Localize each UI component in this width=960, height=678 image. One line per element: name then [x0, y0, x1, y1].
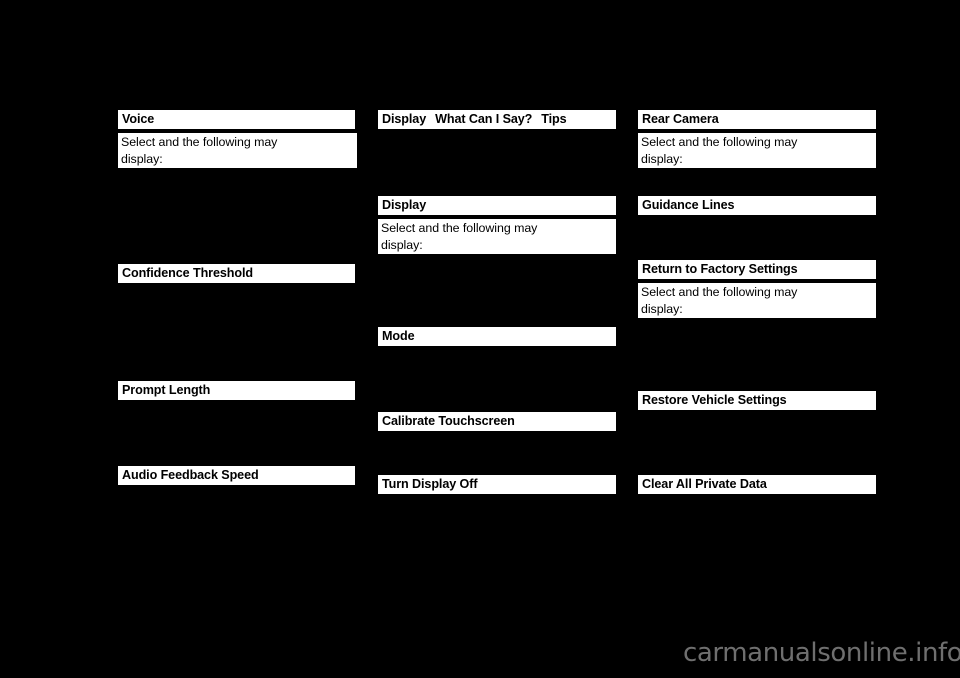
return-to-factory-settings-body: Select and the following may display:	[638, 283, 876, 318]
confidence-threshold-heading[interactable]: Confidence Threshold	[118, 264, 355, 283]
heading-label: Audio Feedback Speed	[122, 468, 259, 482]
heading-label: Mode	[382, 329, 415, 343]
body-line: display:	[121, 151, 163, 166]
calibrate-touchscreen-heading[interactable]: Calibrate Touchscreen	[378, 412, 616, 431]
body-line: Select and the following may	[641, 135, 798, 149]
heading-label: Return to Factory Settings	[642, 262, 798, 276]
display-heading[interactable]: Display	[378, 196, 616, 215]
heading-label: Display	[382, 198, 427, 212]
mode-heading[interactable]: Mode	[378, 327, 616, 346]
heading-label: Clear All Private Data	[642, 477, 767, 491]
display-body: Select and the following may display:	[378, 219, 616, 254]
prompt-length-heading[interactable]: Prompt Length	[118, 381, 355, 400]
heading-label: Rear Camera	[642, 112, 719, 126]
guidance-lines-heading[interactable]: Guidance Lines	[638, 196, 876, 215]
heading-label: Guidance Lines	[642, 198, 735, 212]
heading-label: Prompt Length	[122, 383, 211, 397]
manual-page: Voice Select and the following may display…	[0, 0, 960, 678]
rear-camera-body: Select and the following may display:	[638, 133, 876, 168]
heading-label: Turn Display Off	[382, 477, 478, 491]
voice-body: Select and the following may display:	[118, 133, 357, 168]
clear-all-private-data-heading[interactable]: Clear All Private Data	[638, 475, 876, 494]
heading-label: Calibrate Touchscreen	[382, 414, 515, 428]
restore-vehicle-settings-heading[interactable]: Restore Vehicle Settings	[638, 391, 876, 410]
audio-feedback-speed-heading[interactable]: Audio Feedback Speed	[118, 466, 355, 485]
body-line: Select and the following may	[641, 285, 798, 299]
body-line: Select and the following may	[381, 221, 538, 235]
return-to-factory-settings-heading[interactable]: Return to Factory Settings	[638, 260, 876, 279]
body-line: display:	[381, 237, 423, 252]
body-line: Select and the following may	[121, 135, 278, 149]
watermark-carmanualsonline: carmanualsonline.info	[683, 638, 960, 668]
voice-heading[interactable]: Voice	[118, 110, 355, 129]
menu-item[interactable]: Display	[382, 112, 426, 126]
body-line: display:	[641, 301, 683, 316]
display-menu-bar[interactable]: Display What Can I Say? Tips	[378, 110, 616, 129]
heading-label: Restore Vehicle Settings	[642, 393, 787, 407]
turn-display-off-heading[interactable]: Turn Display Off	[378, 475, 616, 494]
menu-item[interactable]: Tips	[541, 112, 566, 126]
rear-camera-heading[interactable]: Rear Camera	[638, 110, 876, 129]
body-line: display:	[641, 151, 683, 166]
heading-label: Confidence Threshold	[122, 266, 253, 280]
menu-item[interactable]: What Can I Say?	[435, 112, 532, 126]
heading-label: Voice	[122, 112, 155, 126]
